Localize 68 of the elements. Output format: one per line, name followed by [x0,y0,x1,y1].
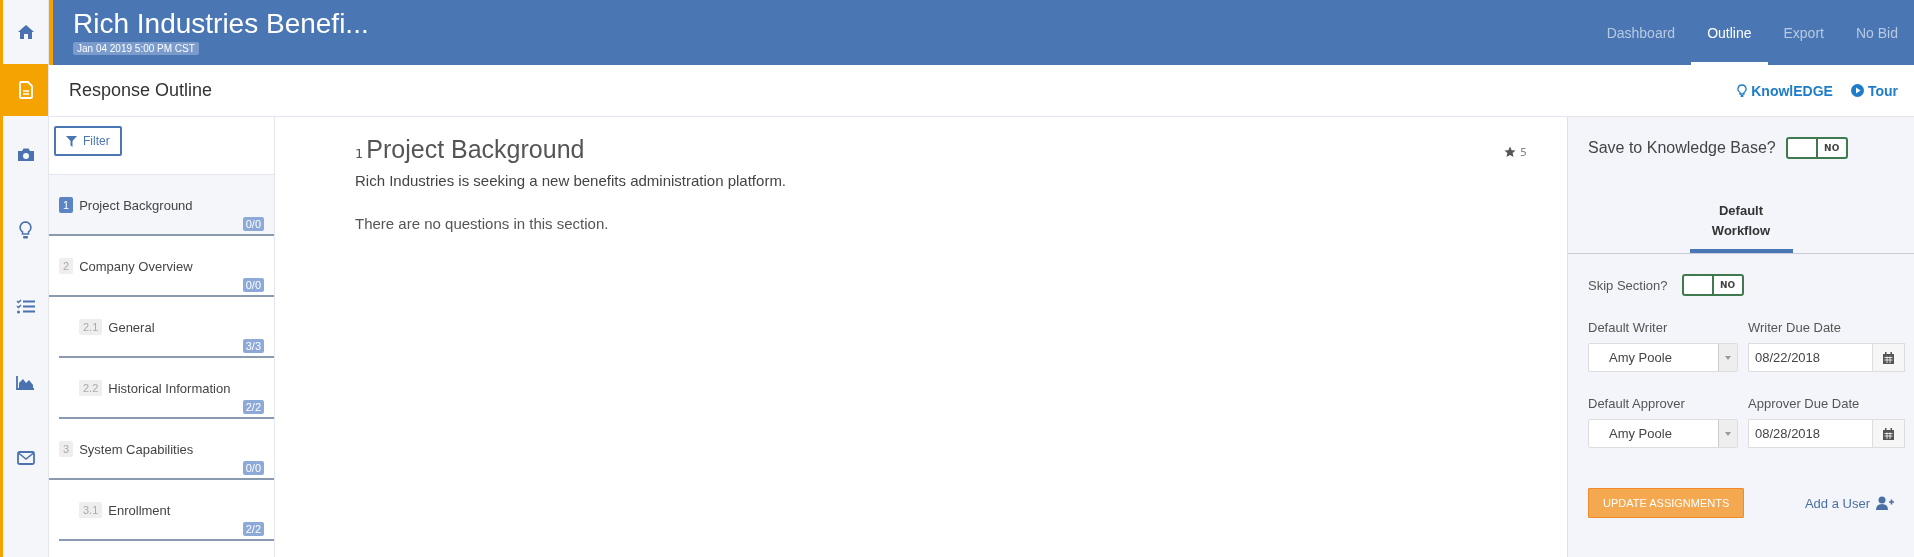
field-label: Writer Due Date [1748,320,1842,335]
home-icon [16,24,35,40]
count-badge: 3/3 [242,339,264,353]
outline-item[interactable]: 2.2 Historical Information 2/2 [59,358,274,419]
envelope-icon [16,451,35,465]
section-description: Rich Industries is seeking a new benefits administration platform. [355,172,788,189]
lightbulb-icon [1737,83,1748,98]
add-user-icon [1876,496,1894,510]
caret-icon [1725,431,1731,436]
toggle-switch[interactable]: NO [1785,137,1848,159]
field-label: Approver Due Date [1748,396,1861,411]
section-label: General [108,319,155,335]
camera-icon [16,146,35,162]
section-number: 3 [59,441,74,457]
section-number: 2 [59,258,74,274]
workflow-tab[interactable]: Default Workflow [1689,197,1793,253]
calendar-icon [1883,351,1894,364]
outline-item[interactable]: 2.1 General 3/3 [59,297,274,358]
section-number: 1 [355,146,364,161]
section-label: Company Overview [79,258,193,274]
lightbulb-icon [19,220,32,240]
date-field[interactable]: 08/22/2018 [1748,343,1873,372]
section-number: 2.1 [79,319,103,335]
outline-item[interactable]: 2 Company Overview 0/0 [49,236,274,297]
checklist-icon [16,298,35,314]
section-label: Enrollment [108,502,171,518]
section-label: Project Background [79,197,193,213]
count-badge: 2/2 [242,400,264,414]
play-icon [1850,84,1864,97]
due-date-badge: Jan 04 2019 5:00 PM CST [73,42,199,55]
add-user-link[interactable]: Add a User [1804,495,1894,511]
outline-item[interactable]: 3.1 Enrollment 2/2 [59,480,274,541]
date-field[interactable]: 08/28/2018 [1748,419,1873,448]
dropdown-field[interactable]: Amy Poole [1588,343,1738,372]
empty-note: There are no questions in this section. [355,215,610,232]
calendar-button[interactable] [1873,343,1905,372]
outline-item[interactable]: 3 System Capabilities 0/0 [49,419,274,480]
section-label: System Capabilities [79,441,194,457]
dropdown-field[interactable]: Amy Poole [1588,419,1738,448]
header-link[interactable]: KnowlEDGE [1737,82,1833,99]
nav-tab[interactable]: Outline [1691,0,1768,65]
calendar-icon [1883,427,1894,440]
filter-button[interactable]: Filter [54,126,122,156]
field-label: Default Approver [1588,396,1686,411]
section-heading: Project Background [366,135,585,164]
count-badge: 2/2 [242,522,264,536]
project-title: Rich Industries Benefi... [73,8,369,40]
section-label: Historical Information [108,380,231,396]
caret-icon [1725,355,1731,360]
toggle-label: Skip Section? [1588,277,1668,293]
star-count: 5 [1520,145,1527,159]
area-chart-icon [16,374,35,390]
outline-item[interactable]: 1 Project Background 0/0 [49,175,274,236]
calendar-button[interactable] [1873,419,1905,448]
document-icon [18,81,33,99]
toggle-label: Save to Knowledge Base? [1588,139,1776,157]
funnel-icon [66,135,77,147]
star-icon [1504,146,1516,158]
toggle-switch[interactable]: NO [1681,274,1744,296]
section-number: 2.2 [79,380,103,396]
field-label: Default Writer [1588,320,1669,335]
section-number: 3.1 [79,502,103,518]
page-title: Response Outline [69,80,213,101]
count-badge: 0/0 [242,461,264,475]
section-number: 1 [59,197,74,213]
header-link[interactable]: Tour [1850,82,1898,99]
count-badge: 0/0 [242,278,264,292]
count-badge: 0/0 [242,217,264,231]
